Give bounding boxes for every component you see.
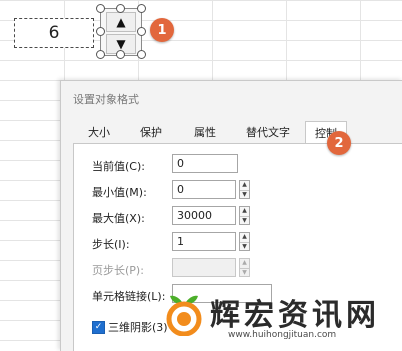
page-step-field [172, 258, 236, 277]
page-step-spinner: ▲ ▼ [239, 258, 250, 277]
step-spinner[interactable]: ▲ ▼ [239, 232, 250, 251]
watermark-url: www.huihongjituan.com [228, 330, 337, 340]
page-step-label: 页步长(P): [92, 264, 144, 277]
resize-handle-top[interactable] [116, 4, 125, 13]
tab-properties[interactable]: 属性 [183, 121, 227, 143]
selected-cell[interactable]: 6 [14, 18, 94, 48]
resize-handle-top-right[interactable] [137, 4, 146, 13]
min-value-spinner[interactable]: ▲ ▼ [239, 180, 250, 199]
resize-handle-bottom[interactable] [116, 50, 125, 59]
min-value-label: 最小值(M): [92, 186, 147, 199]
step-badge-1: 1 [150, 18, 174, 42]
step-field[interactable]: 1 [172, 232, 236, 251]
spin-up-arrow-icon[interactable]: ▲ [106, 12, 136, 32]
resize-handle-left[interactable] [96, 27, 105, 36]
watermark: 辉宏资讯网 www.huihongjituan.com [162, 290, 394, 346]
orange-logo-icon [166, 295, 202, 336]
max-value-field[interactable]: 30000 [172, 206, 236, 225]
current-value-label: 当前值(C): [92, 160, 145, 173]
min-value-field[interactable]: 0 [172, 180, 236, 199]
resize-handle-right[interactable] [137, 27, 146, 36]
step-label: 步长(I): [92, 238, 130, 251]
tab-alt-text[interactable]: 替代文字 [235, 121, 301, 143]
max-value-label: 最大值(X): [92, 212, 145, 225]
shading-3d-label: 三维阴影(3) [108, 321, 168, 334]
dialog-title: 设置对象格式 [73, 93, 139, 106]
resize-handle-bottom-left[interactable] [96, 50, 105, 59]
step-badge-2: 2 [327, 131, 351, 155]
tab-protection[interactable]: 保护 [129, 121, 173, 143]
shading-3d-checkbox[interactable]: ✓ [92, 321, 105, 334]
resize-handle-top-left[interactable] [96, 4, 105, 13]
tab-size[interactable]: 大小 [77, 121, 121, 143]
current-value-field[interactable]: 0 [172, 154, 238, 173]
max-value-spinner[interactable]: ▲ ▼ [239, 206, 250, 225]
watermark-text: 辉宏资讯网 [210, 298, 380, 333]
cell-link-label: 单元格链接(L): [92, 290, 166, 303]
resize-handle-bottom-right[interactable] [137, 50, 146, 59]
tab-bar: 大小 保护 属性 替代文字 控制 [73, 121, 402, 144]
spin-button-control[interactable]: ▲ ▼ [100, 8, 142, 56]
